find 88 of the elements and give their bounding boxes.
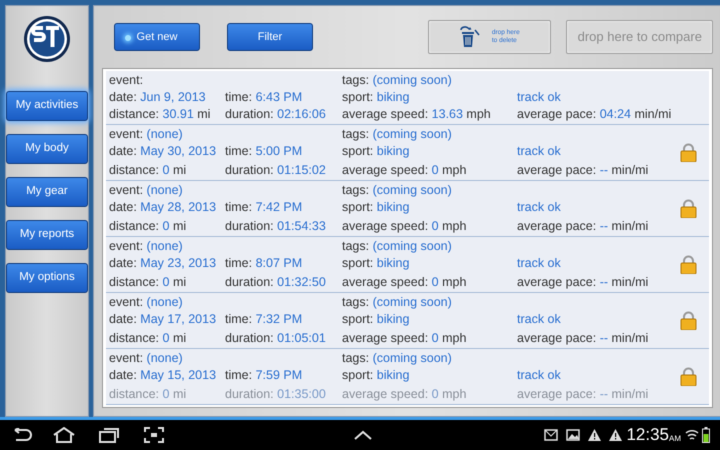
activity-field: sport: biking bbox=[342, 143, 517, 162]
activity-field: time: 7:42 PM bbox=[225, 199, 342, 218]
trash-can-icon bbox=[460, 26, 480, 48]
activity-field: distance: 30.91 mi bbox=[109, 106, 225, 123]
activity-field: average pace: -- min/mi bbox=[517, 218, 672, 235]
activity-field: duration: 01:15:02 bbox=[225, 162, 342, 179]
activity-field: average pace: -- min/mi bbox=[517, 162, 672, 179]
sidebar-button[interactable]: My reports bbox=[6, 220, 88, 250]
activity-field: track ok bbox=[517, 199, 672, 218]
activity-field: average speed: 0 mph bbox=[342, 274, 517, 291]
activity-field: tags: (coming soon) bbox=[342, 350, 672, 367]
activity-field: track ok bbox=[517, 143, 672, 162]
activity-field: event: (none) bbox=[109, 182, 342, 199]
padlock-icon[interactable] bbox=[680, 143, 697, 162]
activity-field: event: (none) bbox=[109, 350, 342, 367]
activity-field: time: 6:43 PM bbox=[225, 89, 342, 106]
activity-field: date: May 23, 2013 bbox=[109, 255, 225, 274]
activity-field: date: May 15, 2013 bbox=[109, 367, 225, 386]
activity-field: average speed: 0 mph bbox=[342, 330, 517, 347]
activity-field: average pace: -- min/mi bbox=[517, 274, 672, 291]
activity-field: date: Jun 9, 2013 bbox=[109, 89, 225, 106]
activity-field: date: May 28, 2013 bbox=[109, 199, 225, 218]
activity-field: tags: (coming soon) bbox=[342, 182, 672, 199]
activity-field: duration: 02:16:06 bbox=[225, 106, 342, 123]
activity-field: date: May 17, 2013 bbox=[109, 311, 225, 330]
sidebar-button[interactable]: My activities bbox=[6, 91, 88, 121]
activity-field: duration: 01:35:00 bbox=[225, 386, 342, 403]
activity-field: duration: 01:32:50 bbox=[225, 274, 342, 291]
wifi-icon bbox=[685, 428, 699, 442]
image-icon bbox=[566, 429, 580, 441]
activity-field: duration: 01:05:01 bbox=[225, 330, 342, 347]
activity-field: sport: biking bbox=[342, 89, 517, 106]
activity-field: sport: biking bbox=[342, 367, 517, 386]
toolbar-button[interactable]: Filter bbox=[227, 23, 313, 51]
activity-field: tags: (coming soon) bbox=[342, 72, 672, 89]
activity-field: event: bbox=[109, 72, 342, 89]
activity-field: distance: 0 mi bbox=[109, 386, 225, 403]
padlock-icon[interactable] bbox=[680, 367, 697, 386]
padlock-icon[interactable] bbox=[680, 311, 697, 330]
activity-field: track ok bbox=[517, 311, 672, 330]
activity-field: date: May 30, 2013 bbox=[109, 143, 225, 162]
activity-field: track ok bbox=[517, 255, 672, 274]
activity-field: average speed: 0 mph bbox=[342, 162, 517, 179]
activity-field: event: (none) bbox=[109, 126, 342, 143]
battery-icon bbox=[702, 427, 710, 443]
activity-field: distance: 0 mi bbox=[109, 218, 225, 235]
activity-field: average pace: -- min/mi bbox=[517, 330, 672, 347]
activity-field: sport: biking bbox=[342, 199, 517, 218]
sidebar-button[interactable]: My gear bbox=[6, 177, 88, 207]
activity-field: average pace: 04:24 min/mi bbox=[517, 106, 672, 123]
home-icon[interactable] bbox=[52, 427, 76, 443]
activity-field: event: (none) bbox=[109, 238, 342, 255]
activity-field: time: 7:59 PM bbox=[225, 367, 342, 386]
compare-drop-zone[interactable]: drop here to compare bbox=[566, 20, 714, 54]
sidebar-button[interactable]: My body bbox=[6, 134, 88, 164]
clock-time: 12:35 bbox=[626, 424, 669, 446]
activity-field: event: (none) bbox=[109, 294, 342, 311]
activity-field: time: 8:07 PM bbox=[225, 255, 342, 274]
activity-field: tags: (coming soon) bbox=[342, 126, 672, 143]
activity-field: track ok bbox=[517, 89, 672, 106]
activity-row[interactable]: event: (none) tags: (coming soon) date: May 15, 2013 time: 7:59 PM sport: biking track ok distance: 0 mi duration: 01:35:00 average speed: 0 mph average pace: -- min/mi bbox=[106, 349, 710, 405]
toolbar-button[interactable]: Get new bbox=[114, 23, 200, 51]
warning-icon bbox=[588, 429, 602, 441]
caret-up-icon[interactable] bbox=[354, 430, 372, 440]
activity-field: average pace: -- min/mi bbox=[517, 386, 672, 403]
mail-icon bbox=[544, 429, 558, 441]
activity-field: tags: (coming soon) bbox=[342, 294, 672, 311]
activity-field: sport: biking bbox=[342, 255, 517, 274]
activity-field: track ok bbox=[517, 367, 672, 386]
padlock-icon[interactable] bbox=[680, 199, 697, 218]
clock-period: AM bbox=[669, 433, 681, 445]
recent-apps-icon[interactable] bbox=[98, 427, 120, 443]
activity-field: average speed: 13.63 mph bbox=[342, 106, 517, 123]
padlock-icon[interactable] bbox=[680, 255, 697, 274]
activity-field: duration: 01:54:33 bbox=[225, 218, 342, 235]
activity-field: distance: 0 mi bbox=[109, 162, 225, 179]
activity-field: time: 5:00 PM bbox=[225, 143, 342, 162]
screenshot-icon[interactable] bbox=[144, 427, 164, 443]
activity-field: average speed: 0 mph bbox=[342, 218, 517, 235]
warning-icon bbox=[609, 429, 622, 441]
activity-field: tags: (coming soon) bbox=[342, 238, 672, 255]
sidebar-button[interactable]: My options bbox=[6, 263, 88, 293]
activity-field: sport: biking bbox=[342, 311, 517, 330]
activity-field: average speed: 0 mph bbox=[342, 386, 517, 403]
logo-icon bbox=[22, 14, 72, 64]
activity-field: distance: 0 mi bbox=[109, 330, 225, 347]
activity-field: time: 7:32 PM bbox=[225, 311, 342, 330]
activity-field: distance: 0 mi bbox=[109, 274, 225, 291]
